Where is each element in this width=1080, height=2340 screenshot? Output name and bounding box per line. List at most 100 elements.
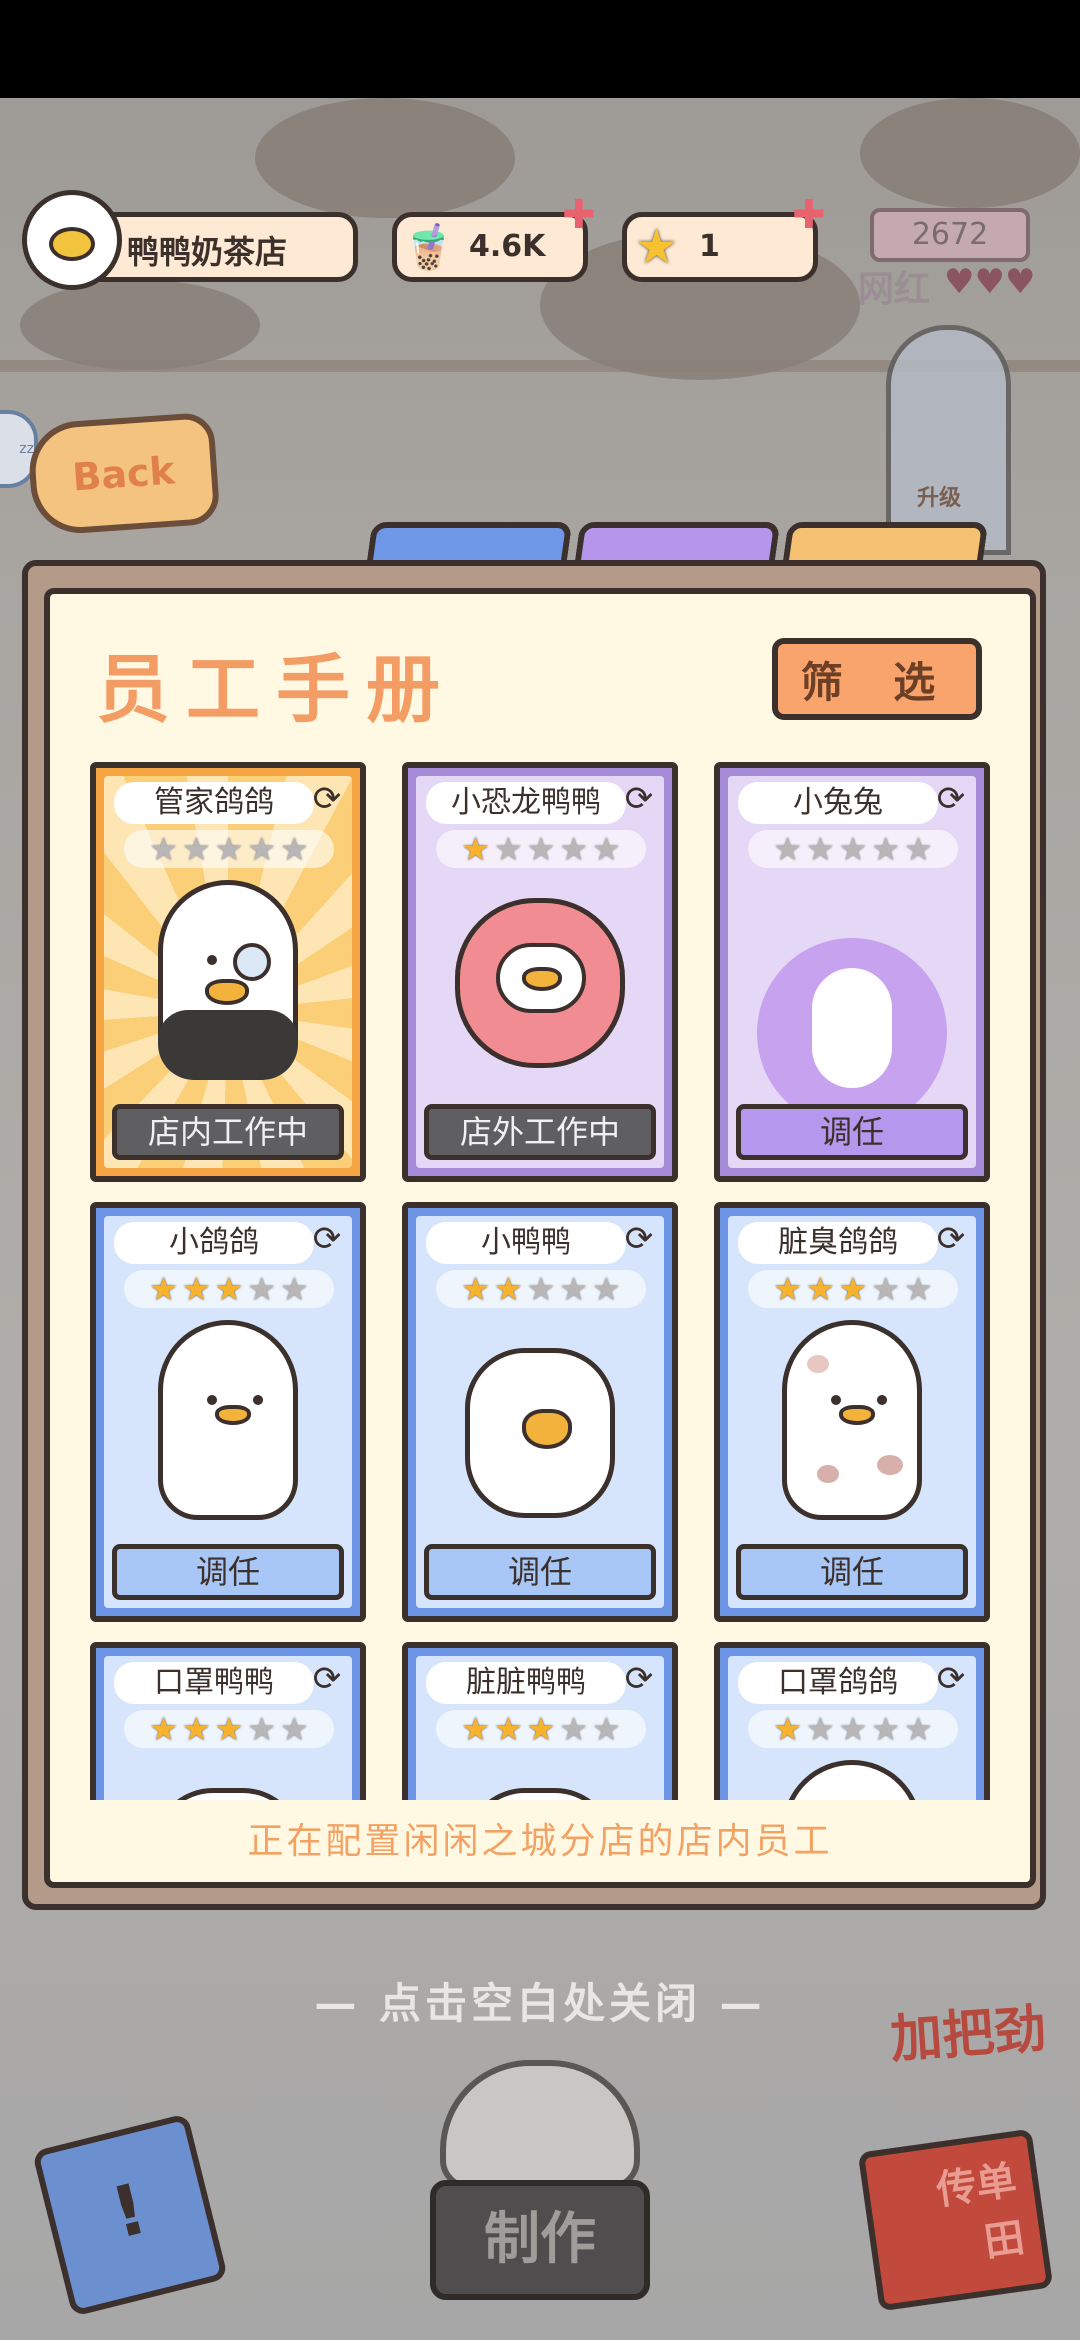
star-icon: ★ — [805, 830, 835, 868]
refresh-icon[interactable]: ⟳ — [622, 1662, 656, 1696]
monocle-icon — [233, 943, 271, 981]
transfer-button[interactable]: 调任 — [736, 1544, 968, 1600]
beak — [522, 967, 562, 991]
star-icon: ★ — [773, 1710, 802, 1748]
star-icon: ★ — [805, 1710, 835, 1748]
star-icon: ★ — [181, 830, 211, 868]
star-icon: ★ — [904, 1710, 933, 1748]
employee-card[interactable]: 管家鸽鸽 ⟳ ★ ★ ★ ★ ★ 店内工作中 — [90, 762, 366, 1182]
tuxedo — [158, 1010, 298, 1080]
transfer-button[interactable]: 调任 — [424, 1544, 656, 1600]
refresh-icon[interactable]: ⟳ — [310, 1662, 344, 1696]
star-icon: ★ — [280, 830, 309, 868]
star-rating: ★ ★ ★ ★ ★ — [436, 1710, 646, 1748]
eye — [253, 1395, 263, 1405]
star-icon: ★ — [461, 1270, 490, 1308]
make-button[interactable]: 制作 — [430, 2180, 650, 2300]
star-icon: ★ — [149, 1270, 178, 1308]
filter-button[interactable]: 筛 选 — [772, 638, 982, 720]
employee-card[interactable]: 小鸽鸽 ⟳ ★ ★ ★ ★ ★ 调任 — [90, 1202, 366, 1622]
player-avatar[interactable] — [22, 190, 122, 290]
dirt-spot — [877, 1455, 903, 1475]
star-icon: ★ — [214, 830, 244, 868]
star-icon: ★ — [904, 1270, 933, 1308]
star-rating: ★ ★ ★ ★ ★ — [436, 830, 646, 868]
employee-card[interactable]: 小恐龙鸭鸭 ⟳ ★ ★ ★ ★ ★ 店外工作中 — [402, 762, 678, 1182]
transfer-button[interactable]: 调任 — [736, 1104, 968, 1160]
star-icon: ★ — [904, 830, 933, 868]
employee-card[interactable]: 小鸭鸭 ⟳ ★ ★ ★ ★ ★ 调任 — [402, 1202, 678, 1622]
working-inside-button[interactable]: 店内工作中 — [112, 1104, 344, 1160]
upgrade-tower[interactable]: 升级 — [886, 325, 1011, 555]
milk-tea-icon: 🧋 — [401, 222, 456, 273]
eye — [207, 1395, 217, 1405]
star-icon: ★ — [592, 830, 621, 868]
bg-heart-decor — [255, 98, 515, 218]
hearts-icon: ♥♥♥ — [944, 262, 1036, 302]
star-count: 1 — [699, 229, 720, 264]
duck-character — [465, 1348, 615, 1518]
star-icon: ★ — [805, 1270, 835, 1308]
refresh-icon[interactable]: ⟳ — [934, 782, 968, 816]
employee-name: 脏臭鸽鸽 — [738, 1222, 938, 1264]
beak — [522, 1409, 572, 1449]
transfer-button[interactable]: 调任 — [112, 1544, 344, 1600]
dirt-spot — [817, 1465, 839, 1483]
bunny-glow — [757, 938, 947, 1128]
star-icon: ★ — [871, 1270, 901, 1308]
star-icon: ★ — [871, 1710, 901, 1748]
employee-card[interactable]: 小兔兔 ⟳ ★ ★ ★ ★ ★ 调任 — [714, 762, 990, 1182]
star-currency-pill[interactable]: ★ 1 — [622, 212, 818, 282]
star-rating: ★ ★ ★ ★ ★ — [124, 1270, 334, 1308]
star-icon: ★ — [214, 1270, 244, 1308]
status-bar — [0, 0, 1080, 98]
exclamation-icon: ! — [103, 2167, 155, 2255]
employee-card[interactable]: 口罩鸭鸭 ⟳ ★ ★ ★ ★ ★ — [90, 1642, 366, 1800]
back-button[interactable]: Back — [26, 411, 221, 537]
star-icon: ★ — [838, 1710, 868, 1748]
refresh-icon[interactable]: ⟳ — [934, 1662, 968, 1696]
cheer-button[interactable]: 加把劲 — [866, 1985, 1071, 2074]
star-icon: ★ — [181, 1710, 211, 1748]
star-icon: ★ — [493, 1710, 523, 1748]
refresh-icon[interactable]: ⟳ — [934, 1222, 968, 1256]
star-rating: ★ ★ ★ ★ ★ — [748, 1710, 958, 1748]
fan-count: 2672 — [870, 208, 1030, 262]
star-icon: ★ — [773, 1270, 802, 1308]
star-icon: ★ — [247, 1710, 277, 1748]
star-icon: ★ — [181, 1270, 211, 1308]
eye — [877, 1395, 887, 1405]
working-outside-button[interactable]: 店外工作中 — [424, 1104, 656, 1160]
bunny-character — [812, 968, 892, 1088]
fan-label: 网红 — [858, 269, 931, 310]
star-icon: ★ — [773, 830, 802, 868]
page-title: 员工手册 — [96, 647, 456, 733]
star-rating: ★ ★ ★ ★ ★ — [748, 830, 958, 868]
star-icon: ★ — [280, 1270, 309, 1308]
employee-name: 口罩鸭鸭 — [114, 1662, 314, 1704]
refresh-icon[interactable]: ⟳ — [622, 782, 656, 816]
dirt-spot — [807, 1355, 829, 1373]
star-icon: ★ — [214, 1710, 244, 1748]
star-icon: ★ — [493, 1270, 523, 1308]
employee-card[interactable]: 脏臭鸽鸽 ⟳ ★ ★ ★ ★ ★ 调任 — [714, 1202, 990, 1622]
employee-card[interactable]: 脏脏鸭鸭 ⟳ ★ ★ ★ ★ ★ — [402, 1642, 678, 1800]
employee-card[interactable]: 口罩鸽鸽 ⟳ ★ ★ ★ ★ ★ — [714, 1642, 990, 1800]
refresh-icon[interactable]: ⟳ — [622, 1222, 656, 1256]
flyer-button[interactable]: 传单 田 — [857, 2128, 1054, 2312]
star-icon: ★ — [280, 1710, 309, 1748]
employee-name: 管家鸽鸽 — [114, 782, 314, 824]
fan-badge[interactable]: 2672 网红 ♥♥♥ — [858, 208, 1038, 310]
refresh-icon[interactable]: ⟳ — [310, 782, 344, 816]
add-star-plus-icon[interactable]: ✚ — [792, 192, 826, 238]
beak — [215, 1405, 251, 1425]
beak — [839, 1405, 875, 1425]
add-tea-plus-icon[interactable]: ✚ — [562, 192, 596, 238]
star-icon: ★ — [149, 1710, 178, 1748]
star-icon: ★ — [635, 219, 679, 275]
star-icon: ★ — [592, 1270, 621, 1308]
refresh-icon[interactable]: ⟳ — [310, 1222, 344, 1256]
duck-face-icon — [49, 227, 95, 261]
star-icon: ★ — [838, 830, 868, 868]
tea-currency-pill[interactable]: 🧋 4.6K — [392, 212, 588, 282]
